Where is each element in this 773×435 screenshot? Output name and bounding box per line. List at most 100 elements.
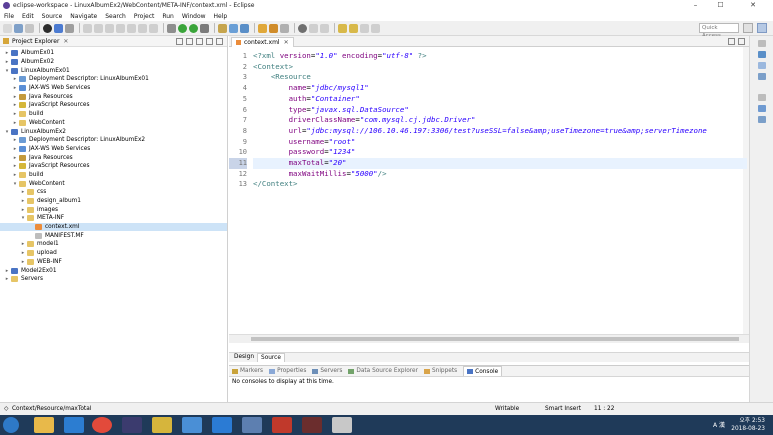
palette-icon[interactable] xyxy=(757,73,766,80)
menu-search[interactable]: Search xyxy=(101,13,130,20)
code-line[interactable]: name="jdbc/mysql1" xyxy=(253,83,747,94)
expand-toggle-icon[interactable]: ▸ xyxy=(12,172,18,178)
code-line[interactable]: <Context> xyxy=(253,62,747,73)
new-java-project-icon[interactable] xyxy=(218,23,227,33)
filezilla-icon[interactable] xyxy=(272,417,292,433)
tree-item[interactable]: ▸ Deployment Descriptor: LinuxAlbumEx01 xyxy=(0,75,227,84)
expand-toggle-icon[interactable]: ▸ xyxy=(20,241,26,247)
tree-item[interactable]: ▾ WebContent xyxy=(0,179,227,188)
expand-toggle-icon[interactable]: ▸ xyxy=(20,259,26,265)
expand-toggle-icon[interactable]: ▾ xyxy=(20,215,26,221)
step-into-icon[interactable] xyxy=(127,23,136,33)
chrome-icon[interactable] xyxy=(92,417,112,433)
code-line[interactable]: type="javax.sql.DataSource" xyxy=(253,105,747,116)
perspective-open-icon[interactable] xyxy=(757,23,767,33)
tree-item[interactable]: ▸ Servers xyxy=(0,275,227,284)
tree-item[interactable]: ▸ Java Resources xyxy=(0,92,227,101)
debug-run-icon[interactable] xyxy=(178,23,187,33)
expand-toggle-icon[interactable]: ▸ xyxy=(12,146,18,152)
tab-design[interactable]: Design xyxy=(231,353,257,362)
outline-icon[interactable] xyxy=(757,51,766,58)
new-class-icon[interactable] xyxy=(240,23,249,33)
resume-icon[interactable] xyxy=(83,23,92,33)
forward-icon[interactable] xyxy=(371,23,380,33)
open-type-icon[interactable] xyxy=(258,23,267,33)
tree-item[interactable]: ▸ images xyxy=(0,205,227,214)
expand-toggle-icon[interactable]: ▸ xyxy=(12,155,18,161)
skip-breakpoints-icon[interactable] xyxy=(65,23,74,33)
annotation-prev-icon[interactable] xyxy=(349,23,358,33)
vscode-icon[interactable] xyxy=(212,417,232,433)
debug-icon[interactable] xyxy=(43,23,52,33)
code-line[interactable]: auth="Container" xyxy=(253,94,747,105)
external-tools-icon[interactable] xyxy=(200,23,209,33)
code-line[interactable]: password="1234" xyxy=(253,147,747,158)
tree-item[interactable]: ▸ JAX-WS Web Services xyxy=(0,84,227,93)
expand-toggle-icon[interactable]: ▸ xyxy=(12,94,18,100)
expand-toggle-icon[interactable]: ▸ xyxy=(12,111,18,117)
app-icon[interactable] xyxy=(182,417,202,433)
expand-toggle-icon[interactable]: ▸ xyxy=(20,198,26,204)
server-icon[interactable] xyxy=(167,23,176,33)
expand-toggle-icon[interactable]: ▸ xyxy=(20,250,26,256)
suspend-icon[interactable] xyxy=(94,23,103,33)
eclipse-taskbar-icon[interactable] xyxy=(122,417,142,433)
properties-icon[interactable] xyxy=(757,105,766,112)
expand-toggle-icon[interactable]: ▸ xyxy=(12,76,18,82)
tree-item[interactable]: ▸ AlbumEx01 xyxy=(0,49,227,58)
back-icon[interactable] xyxy=(360,23,369,33)
file-explorer-icon[interactable] xyxy=(34,417,54,433)
maximize-view-icon[interactable] xyxy=(216,38,223,45)
expand-toggle-icon[interactable]: ▸ xyxy=(12,137,18,143)
expand-toggle-icon[interactable]: ▸ xyxy=(12,102,18,108)
code-line[interactable]: username="root" xyxy=(253,137,747,148)
tree-item[interactable]: ▸ design_album1 xyxy=(0,197,227,206)
disconnect-icon[interactable] xyxy=(116,23,125,33)
code-line[interactable]: <?xml version="1.0" encoding="utf-8" ?> xyxy=(253,51,747,62)
menu-navigate[interactable]: Navigate xyxy=(66,13,101,20)
expand-toggle-icon[interactable]: ▸ xyxy=(12,85,18,91)
code-area[interactable]: 1 2 3 4 5 6 7 8 9 10 11 12 13 <?xml version="1.0" en… xyxy=(229,47,749,343)
tree-item[interactable]: ▸ build xyxy=(0,171,227,180)
tree-item[interactable]: ▸ AlbumEx02 xyxy=(0,58,227,67)
annotation-next-icon[interactable] xyxy=(338,23,347,33)
collapse-all-icon[interactable] xyxy=(176,38,183,45)
view-menu-icon[interactable] xyxy=(196,38,203,45)
menu-source[interactable]: Source xyxy=(38,13,67,20)
run-icon[interactable] xyxy=(189,23,198,33)
start-button[interactable] xyxy=(3,417,19,433)
close-button[interactable]: ✕ xyxy=(733,0,773,10)
expand-toggle-icon[interactable]: ▸ xyxy=(12,120,18,126)
app-icon[interactable] xyxy=(332,417,352,433)
terminate-icon[interactable] xyxy=(105,23,114,33)
tab-properties[interactable]: Properties xyxy=(269,368,306,374)
maximize-button[interactable]: ☐ xyxy=(708,0,733,10)
tree-item[interactable]: ▾ META-INF xyxy=(0,214,227,223)
tree-item[interactable]: ▾ LinuxAlbumEx2 xyxy=(0,127,227,136)
code-line[interactable]: maxTotal="20" xyxy=(253,158,747,169)
step-return-icon[interactable] xyxy=(149,23,158,33)
close-view-icon[interactable]: ✕ xyxy=(63,38,68,45)
code-line[interactable]: <Resource xyxy=(253,72,747,83)
minimize-view-icon[interactable] xyxy=(206,38,213,45)
app-icon[interactable] xyxy=(242,417,262,433)
save-all-icon[interactable] xyxy=(25,23,34,33)
expand-toggle-icon[interactable]: ▾ xyxy=(4,129,10,135)
expand-toggle-icon[interactable]: ▸ xyxy=(20,207,26,213)
tab-console[interactable]: Console xyxy=(463,366,503,376)
expand-toggle-icon[interactable]: ▸ xyxy=(20,189,26,195)
tree-item[interactable]: ▸ JAX-WS Web Services xyxy=(0,145,227,154)
open-task-icon[interactable] xyxy=(269,23,278,33)
expand-toggle-icon[interactable]: ▸ xyxy=(4,50,10,56)
language-indicator[interactable]: A 漢 xyxy=(713,420,725,429)
web-browser-icon[interactable] xyxy=(298,23,307,33)
tree-item[interactable]: ▸ build xyxy=(0,110,227,119)
menu-file[interactable]: File xyxy=(0,13,18,20)
app-icon[interactable] xyxy=(152,417,172,433)
tree-item[interactable]: ▸ WEB-INF xyxy=(0,258,227,267)
code-line[interactable]: driverClassName="com.mysql.cj.jdbc.Drive… xyxy=(253,115,747,126)
tree-item[interactable]: ▾ LinuxAlbumEx01 xyxy=(0,66,227,75)
restore-bottom-icon[interactable] xyxy=(757,94,766,101)
minimize-editor-icon[interactable] xyxy=(728,38,735,45)
expand-toggle-icon[interactable]: ▸ xyxy=(4,59,10,65)
